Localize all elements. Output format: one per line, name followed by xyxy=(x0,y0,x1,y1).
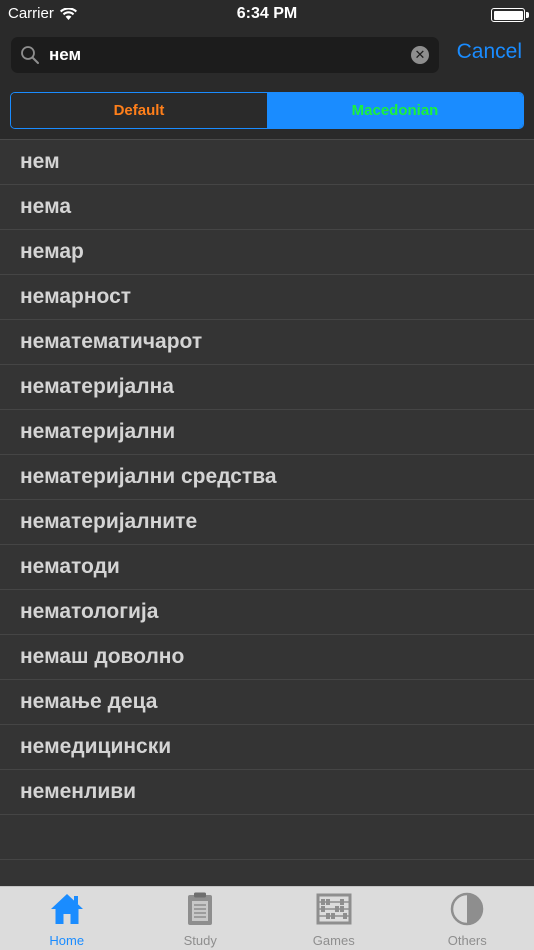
tab-others-label: Others xyxy=(447,933,487,948)
abacus-icon xyxy=(316,893,352,925)
tab-study-label: Study xyxy=(183,933,217,948)
tab-games[interactable]: Games xyxy=(267,887,401,950)
tab-home-label: Home xyxy=(49,933,85,948)
search-icon xyxy=(21,46,39,64)
clock: 6:34 PM xyxy=(236,5,298,22)
segment-macedonian[interactable]: Macedonian xyxy=(267,93,523,128)
clipboard-icon xyxy=(188,892,213,925)
search-header: ✕ Cancel Default Macedonian xyxy=(0,28,534,140)
empty-row xyxy=(0,860,534,886)
result-row[interactable]: немарност xyxy=(0,275,534,320)
status-bar: Carrier 6:34 PM xyxy=(0,0,534,28)
result-row[interactable]: немар xyxy=(0,230,534,275)
result-row[interactable]: нематеријална xyxy=(0,365,534,410)
clear-icon[interactable]: ✕ xyxy=(411,46,429,64)
search-bar[interactable]: ✕ xyxy=(11,37,439,73)
result-list[interactable]: нем нема немар немарност нематематичарот нема… xyxy=(0,140,534,886)
result-row[interactable]: нематеријални xyxy=(0,410,534,455)
battery-level xyxy=(493,10,523,20)
result-row[interactable]: немање деца xyxy=(0,680,534,725)
tab-others[interactable]: Others xyxy=(401,887,534,950)
cancel-button[interactable]: Cancel xyxy=(457,40,522,64)
result-row[interactable]: нема xyxy=(0,185,534,230)
battery-icon xyxy=(491,8,529,22)
result-row[interactable]: нематоди xyxy=(0,545,534,590)
half-circle-icon xyxy=(451,892,484,926)
result-row[interactable]: нем xyxy=(0,140,534,185)
result-row[interactable]: немаш доволно xyxy=(0,635,534,680)
tab-bar: Home Study Games Others xyxy=(0,886,534,950)
tab-study[interactable]: Study xyxy=(134,887,268,950)
language-segmented-control[interactable]: Default Macedonian xyxy=(10,92,524,129)
home-icon xyxy=(50,894,83,924)
result-row[interactable]: нематологија xyxy=(0,590,534,635)
segment-default[interactable]: Default xyxy=(11,93,267,128)
result-row[interactable]: неменливи xyxy=(0,770,534,815)
result-row[interactable]: немедицински xyxy=(0,725,534,770)
result-row[interactable]: нематеријални средства xyxy=(0,455,534,500)
battery-tip xyxy=(526,12,529,18)
empty-row xyxy=(0,815,534,860)
tab-home[interactable]: Home xyxy=(0,887,134,950)
result-row[interactable]: нематеријалните xyxy=(0,500,534,545)
search-input[interactable] xyxy=(49,37,409,73)
tab-games-label: Games xyxy=(312,933,355,948)
result-row[interactable]: нематематичарот xyxy=(0,320,534,365)
